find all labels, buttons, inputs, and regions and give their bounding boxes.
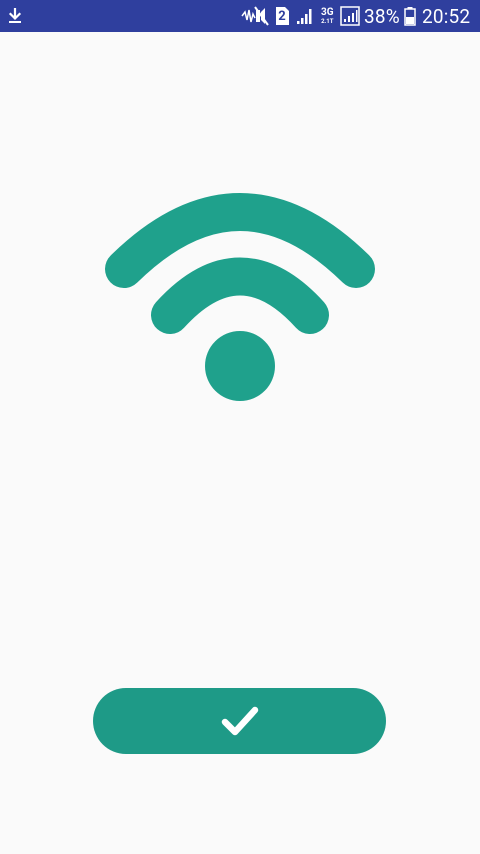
wifi-icon <box>105 193 375 401</box>
checkmark-icon <box>221 706 258 736</box>
confirm-button[interactable] <box>93 688 386 754</box>
status-bar: 2 3G 2.1T 38% 20:52 <box>0 0 480 32</box>
download-icon <box>7 0 23 32</box>
signal-icon <box>296 0 314 32</box>
sim-2-icon: 2 <box>274 0 290 32</box>
sim-number: 2 <box>278 8 286 24</box>
clock: 20:52 <box>422 4 471 28</box>
battery-icon <box>404 0 416 32</box>
network-type-label: 3G <box>321 6 334 18</box>
wifi-graphic <box>100 190 380 405</box>
signal-icon <box>340 0 360 32</box>
battery-percent: 38% <box>364 4 400 28</box>
network-sub-label: 2.1T <box>321 17 334 25</box>
mute-icon <box>241 0 269 32</box>
network-3g-icon: 3G 2.1T <box>321 0 334 32</box>
